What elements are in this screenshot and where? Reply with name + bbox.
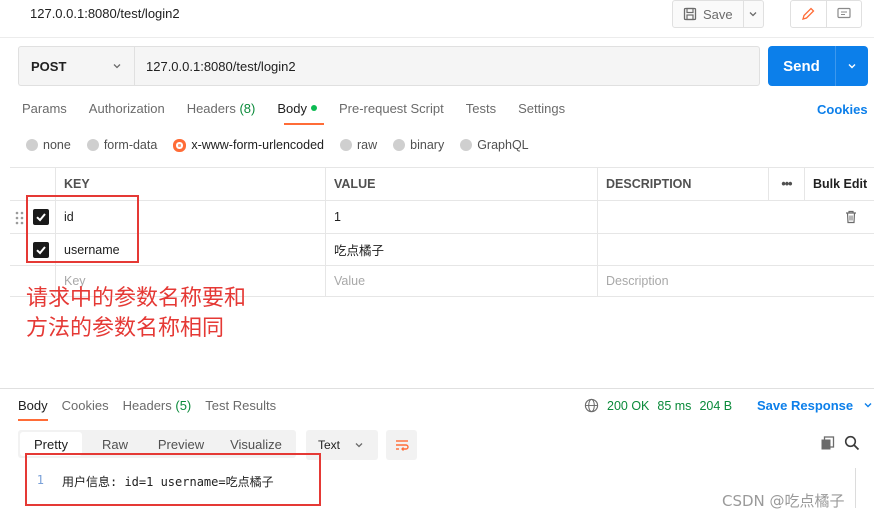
- body-type-binary[interactable]: binary: [393, 138, 444, 152]
- radio-icon: [26, 139, 38, 151]
- body-type-label: x-www-form-urlencoded: [191, 138, 324, 152]
- save-dropdown-button[interactable]: [744, 9, 763, 19]
- value-cell[interactable]: 1: [325, 201, 597, 233]
- copy-icon[interactable]: [820, 436, 835, 451]
- annotation-text: 请求中的参数名称要和 方法的参数名称相同: [26, 284, 246, 344]
- response-divider: [0, 388, 874, 389]
- tab-tests[interactable]: Tests: [466, 101, 496, 116]
- annotation-highlight-box: [26, 195, 139, 263]
- search-icon[interactable]: [844, 435, 860, 451]
- radio-icon: [460, 139, 473, 151]
- tab-params[interactable]: Params: [22, 101, 67, 116]
- send-dropdown-button[interactable]: [836, 46, 868, 86]
- save-icon: [683, 7, 697, 21]
- body-type-label: form-data: [103, 138, 158, 152]
- tab-headers-label: Headers: [186, 101, 236, 116]
- send-button-group: Send: [768, 46, 868, 86]
- body-type-label: none: [43, 138, 71, 152]
- body-type-none[interactable]: none: [26, 138, 71, 152]
- wrap-icon: [395, 440, 409, 451]
- view-toggle-group: [790, 0, 862, 28]
- tab-body[interactable]: Body: [277, 101, 317, 116]
- response-tab-headers[interactable]: Headers (5): [123, 398, 192, 413]
- send-button[interactable]: Send: [768, 46, 836, 86]
- text-type-label: Text: [318, 438, 341, 452]
- body-type-label: GraphQL: [477, 138, 529, 152]
- response-tab-test-results[interactable]: Test Results: [205, 398, 276, 413]
- body-type-radio-group: none form-data x-www-form-urlencoded raw…: [26, 138, 545, 152]
- description-column-header: DESCRIPTION: [597, 168, 768, 200]
- comment-icon: [837, 7, 851, 19]
- body-type-graphql[interactable]: GraphQL: [460, 138, 529, 152]
- trash-icon[interactable]: [845, 210, 857, 224]
- response-active-tab-underline: [18, 419, 48, 421]
- body-type-form-data[interactable]: form-data: [86, 138, 158, 152]
- body-type-urlencoded[interactable]: x-www-form-urlencoded: [173, 138, 324, 152]
- method-label: POST: [31, 58, 67, 74]
- body-type-label: raw: [357, 138, 378, 152]
- save-button[interactable]: Save: [673, 1, 744, 27]
- globe-icon[interactable]: [584, 398, 599, 413]
- body-type-label: binary: [410, 138, 445, 152]
- header-divider: [0, 37, 874, 38]
- description-cell[interactable]: [597, 201, 874, 233]
- radio-icon: [86, 139, 99, 151]
- more-options-icon[interactable]: •••: [768, 168, 804, 200]
- scrollbar[interactable]: [855, 468, 856, 508]
- active-dot: [310, 105, 317, 111]
- response-tab-body[interactable]: Body: [18, 398, 48, 413]
- radio-selected-icon: [173, 138, 187, 152]
- response-size[interactable]: 204 B: [699, 399, 732, 413]
- save-button-group: Save: [672, 0, 764, 28]
- tab-settings[interactable]: Settings: [518, 101, 565, 116]
- save-response-label: Save Response: [757, 398, 854, 413]
- description-placeholder[interactable]: Description: [597, 266, 874, 296]
- response-tabs: Body Cookies Headers (5) Test Results: [18, 398, 290, 413]
- tab-pre-request-script[interactable]: Pre-request Script: [339, 101, 444, 116]
- chevron-down-icon: [848, 64, 856, 69]
- description-cell[interactable]: [597, 234, 874, 265]
- response-tab-cookies[interactable]: Cookies: [62, 398, 109, 413]
- table-row: id 1: [10, 200, 874, 233]
- pencil-icon: [802, 7, 815, 20]
- value-placeholder[interactable]: Value: [325, 266, 597, 296]
- active-tab-underline: [284, 123, 324, 125]
- request-title: 127.0.0.1:8080/test/login2: [30, 6, 180, 21]
- chevron-down-icon: [355, 443, 363, 448]
- value-column-header: VALUE: [325, 168, 597, 200]
- annotation-line: 请求中的参数名称要和: [26, 286, 247, 311]
- url-input[interactable]: 127.0.0.1:8080/test/login2: [134, 46, 760, 86]
- body-type-raw[interactable]: raw: [340, 138, 377, 152]
- request-tabs: Params Authorization Headers (8) Body Pr…: [22, 101, 587, 116]
- cookies-link[interactable]: Cookies: [817, 102, 868, 117]
- response-status-bar: 200 OK 85 ms 204 B: [584, 398, 732, 413]
- save-response-button[interactable]: Save Response: [757, 398, 873, 413]
- watermark: CSDN @吃点橘子: [722, 492, 845, 510]
- status-code[interactable]: 200 OK: [607, 399, 649, 413]
- chevron-down-icon: [749, 12, 757, 17]
- response-tab-headers-count: (5): [175, 398, 192, 413]
- annotation-highlight-box: [25, 453, 321, 506]
- tab-headers[interactable]: Headers (8): [187, 101, 256, 116]
- value-cell[interactable]: 吃点橘子: [325, 234, 597, 265]
- annotation-line: 方法的参数名称相同: [26, 316, 225, 341]
- edit-toggle[interactable]: [791, 1, 827, 27]
- wrap-lines-button[interactable]: [386, 430, 417, 460]
- bulk-edit-button[interactable]: Bulk Edit: [804, 168, 874, 200]
- chevron-down-icon: [113, 64, 121, 69]
- table-header-row: KEY VALUE DESCRIPTION ••• Bulk Edit: [10, 167, 874, 200]
- save-label: Save: [703, 6, 733, 22]
- response-tab-headers-label: Headers: [122, 398, 172, 413]
- tab-headers-count: (8): [239, 101, 256, 116]
- documentation-toggle[interactable]: [827, 1, 862, 27]
- method-select[interactable]: POST: [18, 46, 134, 86]
- chevron-down-icon: [864, 403, 872, 408]
- table-row: username 吃点橘子: [10, 233, 874, 265]
- response-time[interactable]: 85 ms: [657, 399, 691, 413]
- radio-icon: [393, 139, 406, 151]
- tab-body-label: Body: [277, 101, 307, 116]
- radio-icon: [340, 139, 352, 151]
- tab-authorization[interactable]: Authorization: [89, 101, 165, 116]
